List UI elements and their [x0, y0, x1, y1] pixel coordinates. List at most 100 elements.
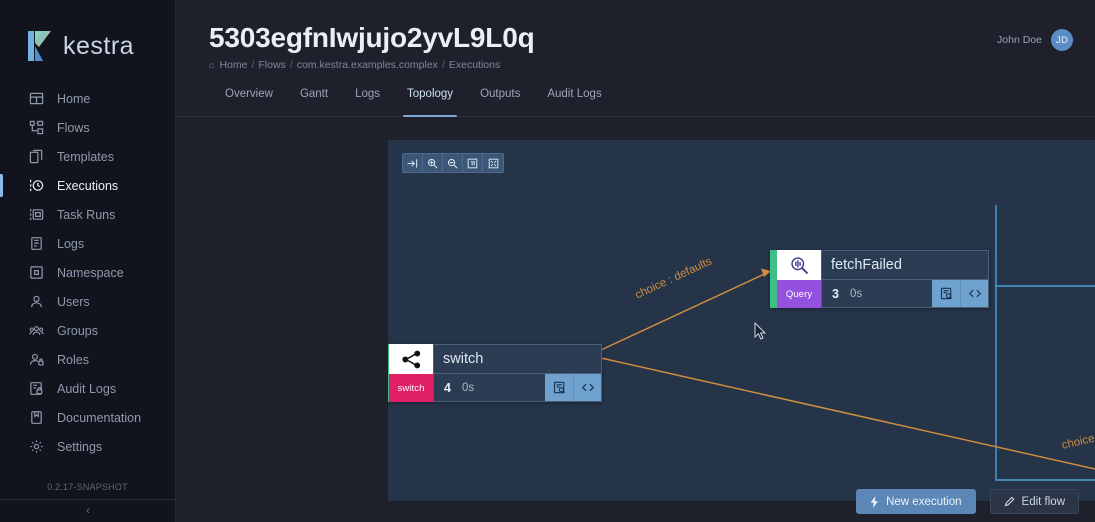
settings-gear-icon: [28, 439, 44, 455]
node-stats: 4 0s: [434, 374, 484, 401]
sidebar-item-users[interactable]: Users: [0, 287, 175, 316]
node-title: switch: [433, 344, 602, 374]
breadcrumb-separator: /: [441, 59, 445, 72]
mouse-cursor: [754, 322, 767, 340]
zoom-out-icon[interactable]: [443, 154, 463, 172]
node-title: fetchFailed: [821, 250, 989, 280]
sidebar-item-task-runs[interactable]: Task Runs: [0, 200, 175, 229]
task-runs-icon: [28, 207, 44, 223]
executions-icon: [28, 178, 44, 194]
task-source-code-icon[interactable]: [960, 280, 988, 307]
node-duration: 0s: [849, 287, 863, 300]
sidebar-item-settings[interactable]: Settings: [0, 432, 175, 461]
edit-flow-label: Edit flow: [1021, 495, 1065, 508]
expand-all-icon[interactable]: [483, 154, 503, 172]
sidebar-item-label: Logs: [57, 236, 85, 251]
node-footer: 3 0s: [821, 280, 989, 308]
tab-overview[interactable]: Overview: [225, 88, 273, 116]
flows-icon: [28, 120, 44, 136]
topology-node-switch[interactable]: switch switch 4 0s: [388, 344, 602, 402]
sidebar-item-groups[interactable]: Groups: [0, 316, 175, 345]
switch-branch-icon: [389, 344, 433, 374]
brand-name: kestra: [63, 31, 135, 60]
topology-edges: [600, 205, 1095, 481]
sidebar-nav: Home Flows Templates Executions Task Run…: [0, 84, 175, 461]
edit-flow-button[interactable]: Edit flow: [989, 489, 1079, 514]
kestra-logo-icon: [26, 29, 56, 63]
fit-to-view-icon[interactable]: [403, 154, 423, 172]
user-menu[interactable]: John Doe JD: [997, 29, 1073, 51]
tab-logs[interactable]: Logs: [355, 88, 380, 116]
namespace-icon: [28, 265, 44, 281]
templates-icon: [28, 149, 44, 165]
task-logs-icon[interactable]: [545, 374, 573, 401]
topology-canvas[interactable]: switch switch 4 0s Query fetchFailed 3 0…: [388, 140, 1095, 501]
reset-zoom-icon[interactable]: [463, 154, 483, 172]
sidebar-item-home[interactable]: Home: [0, 84, 175, 113]
tab-bar: Overview Gantt Logs Topology Outputs Aud…: [176, 88, 1095, 118]
task-source-code-icon[interactable]: [573, 374, 601, 401]
sidebar-item-audit-logs[interactable]: Audit Logs: [0, 374, 175, 403]
avatar: JD: [1051, 29, 1073, 51]
sidebar-item-label: Flows: [57, 120, 90, 135]
node-task-count: 4: [444, 380, 451, 395]
main-content: John Doe JD 5303egfnIwjujo2yvL9L0q ⌂ Hom…: [176, 0, 1095, 522]
node-icon-column: switch: [389, 344, 433, 402]
node-duration: 0s: [461, 381, 475, 394]
breadcrumb-item-home[interactable]: Home: [219, 59, 247, 71]
sidebar-collapse-button[interactable]: ‹: [0, 499, 176, 522]
lightning-bolt-icon: [870, 495, 879, 508]
topology-node-fetchFailed[interactable]: Query fetchFailed 3 0s: [770, 250, 989, 308]
node-actions: [932, 280, 988, 307]
node-icon-column: Query: [777, 250, 821, 308]
tab-outputs[interactable]: Outputs: [480, 88, 520, 116]
breadcrumb-separator: /: [289, 59, 293, 72]
tab-topology[interactable]: Topology: [403, 88, 458, 118]
sidebar-item-logs[interactable]: Logs: [0, 229, 175, 258]
sidebar-item-flows[interactable]: Flows: [0, 113, 175, 142]
bottom-action-bar: New execution Edit flow: [856, 489, 1079, 514]
sidebar-item-label: Settings: [57, 439, 103, 454]
sidebar-item-label: Users: [57, 294, 90, 309]
breadcrumb-separator: /: [251, 59, 255, 72]
sidebar-item-label: Namespace: [57, 265, 124, 280]
sidebar-item-templates[interactable]: Templates: [0, 142, 175, 171]
node-body: fetchFailed 3 0s: [821, 250, 989, 308]
breadcrumb-item-flows[interactable]: Flows: [258, 59, 285, 71]
node-stats: 3 0s: [822, 280, 872, 307]
user-name: John Doe: [997, 34, 1042, 46]
breadcrumb: ⌂ Home / Flows / com.kestra.examples.com…: [176, 54, 1095, 71]
breadcrumb-item-namespace[interactable]: com.kestra.examples.complex: [297, 59, 438, 71]
app-root: kestra Home Flows Templates Executions T…: [0, 0, 1095, 522]
new-execution-button[interactable]: New execution: [856, 489, 976, 514]
node-type-badge: Query: [777, 280, 821, 308]
roles-icon: [28, 352, 44, 368]
documentation-icon: [28, 410, 44, 426]
logs-icon: [28, 236, 44, 252]
node-body: switch 4 0s: [433, 344, 602, 402]
task-logs-icon[interactable]: [932, 280, 960, 307]
sidebar-item-executions[interactable]: Executions: [0, 171, 175, 200]
sidebar-item-roles[interactable]: Roles: [0, 345, 175, 374]
sidebar-item-label: Groups: [57, 323, 98, 338]
tab-gantt[interactable]: Gantt: [300, 88, 328, 116]
sidebar-item-label: Templates: [57, 149, 114, 164]
brand-logo[interactable]: kestra: [0, 0, 175, 70]
sidebar-item-label: Task Runs: [57, 207, 116, 222]
sidebar-item-label: Audit Logs: [57, 381, 117, 396]
pencil-icon: [1004, 496, 1015, 507]
sidebar-item-namespace[interactable]: Namespace: [0, 258, 175, 287]
sidebar-item-documentation[interactable]: Documentation: [0, 403, 175, 432]
users-icon: [28, 294, 44, 310]
node-actions: [545, 374, 601, 401]
chevron-left-icon: ‹: [86, 505, 90, 517]
sidebar-item-label: Home: [57, 91, 91, 106]
audit-logs-icon: [28, 381, 44, 397]
node-type-badge: switch: [389, 374, 433, 402]
tab-audit-logs[interactable]: Audit Logs: [547, 88, 601, 116]
home-icon: ⌂: [209, 60, 215, 71]
groups-icon: [28, 323, 44, 339]
zoom-in-icon[interactable]: [423, 154, 443, 172]
new-execution-label: New execution: [886, 495, 962, 508]
breadcrumb-item-executions[interactable]: Executions: [449, 59, 500, 71]
